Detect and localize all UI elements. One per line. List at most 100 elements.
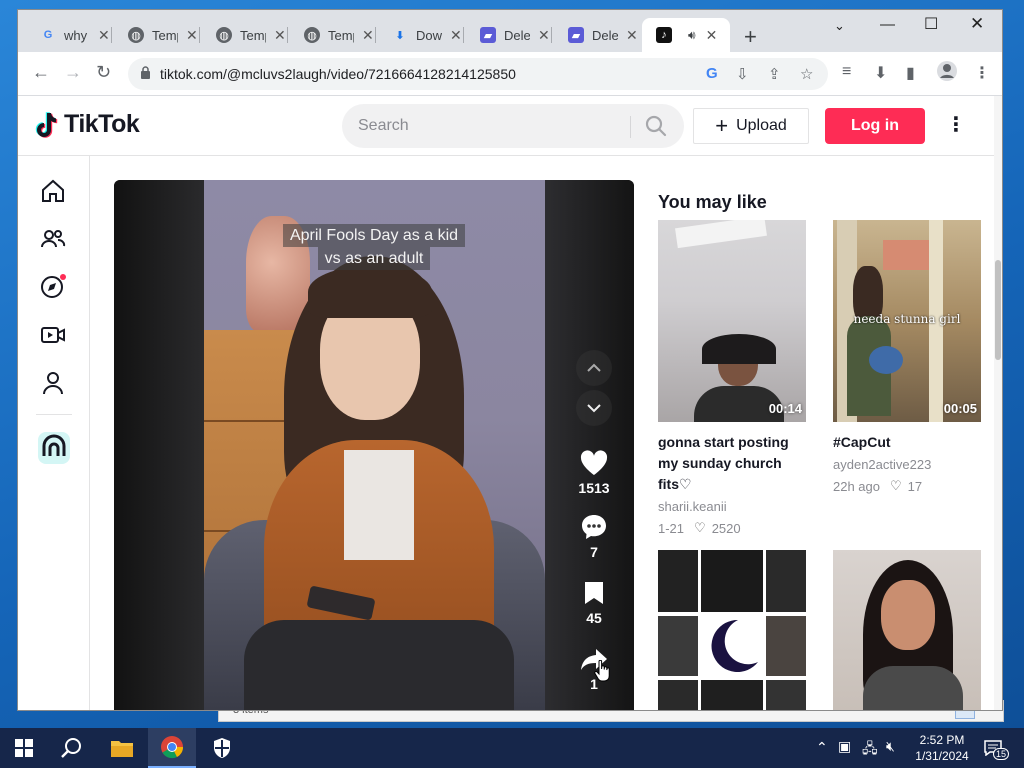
side-nav [18, 156, 90, 710]
more-options-icon[interactable]: ⋮ [946, 112, 966, 137]
lock-icon [141, 66, 150, 79]
like-count: 2520 [711, 520, 741, 536]
file-explorer-button[interactable] [98, 728, 146, 768]
tab-5[interactable]: ▰ Dele ✕ [466, 18, 552, 52]
profile-icon[interactable] [40, 370, 66, 396]
media-control-icon[interactable]: ≡ [842, 63, 851, 81]
tab-6[interactable]: ▰ Dele ✕ [554, 18, 640, 52]
like-count: 17 [907, 478, 923, 494]
clock-date: 1/31/2024 [915, 749, 969, 763]
new-tab-button[interactable]: + [744, 24, 757, 50]
close-icon[interactable]: ✕ [706, 27, 718, 44]
tab-search-icon[interactable]: ⌄ [834, 18, 845, 34]
following-icon[interactable] [40, 226, 66, 252]
tray-app-icon[interactable]: ▣ [838, 738, 851, 755]
video-player[interactable]: April Fools Day as a kid vs as an adult … [114, 180, 634, 710]
search-input[interactable]: Search [358, 117, 409, 135]
show-hidden-icons[interactable]: ⌃ [816, 739, 828, 756]
close-icon[interactable]: ✕ [626, 27, 638, 44]
explore-compass-icon[interactable] [40, 274, 66, 300]
thumbnail-overlay-text: needa stunna girl [853, 312, 961, 326]
home-icon[interactable] [40, 178, 66, 204]
forward-button[interactable]: → [64, 62, 82, 83]
suggested-video-card[interactable] [833, 550, 981, 710]
heart-outline-icon: ♡ [694, 520, 706, 535]
tiktok-header: TikTok Search + Upload Log in ⋮ [18, 96, 1002, 156]
notification-center-button[interactable]: 15 [982, 736, 1010, 760]
search-button[interactable] [48, 728, 96, 768]
author-name[interactable]: ayden2active223 [833, 457, 981, 472]
close-icon[interactable]: ✕ [450, 27, 462, 44]
suggested-video-card[interactable]: needa stunna girl 00:05 #CapCut ayden2ac… [833, 220, 981, 494]
bookmark-star-icon[interactable]: ☆ [800, 65, 813, 83]
doc-icon: ▰ [480, 27, 496, 43]
save-button[interactable]: 45 [566, 578, 622, 626]
tab-3[interactable]: ◍ Temp ✕ [290, 18, 376, 52]
start-button[interactable] [0, 728, 48, 768]
caption-line-1: April Fools Day as a kid [282, 224, 466, 248]
security-button[interactable] [198, 728, 246, 768]
browser-toolbar: ← → ↻ tiktok.com/@mcluvs2laugh/video/721… [18, 52, 1002, 96]
close-icon[interactable]: ✕ [362, 27, 374, 44]
maximize-button[interactable]: ☐ [924, 14, 938, 34]
video-title[interactable]: gonna start posting my sunday church fit… [658, 432, 806, 495]
tab-1[interactable]: ◍ Temp ✕ [114, 18, 200, 52]
previous-video-button[interactable] [576, 350, 612, 386]
close-icon[interactable]: ✕ [274, 27, 286, 44]
browser-menu-icon[interactable]: ⋮ [974, 63, 990, 83]
install-app-icon[interactable]: ⇩ [736, 65, 749, 83]
system-clock[interactable]: 2:52 PM 1/31/2024 [912, 732, 972, 764]
profile-avatar-icon[interactable] [936, 60, 958, 87]
tab-4[interactable]: ⬇ Dow ✕ [378, 18, 464, 52]
chrome-taskbar-button[interactable] [148, 728, 196, 768]
upload-button[interactable]: + Upload [693, 108, 809, 144]
login-button[interactable]: Log in [825, 108, 925, 144]
close-icon[interactable]: ✕ [186, 27, 198, 44]
reload-button[interactable]: ↻ [96, 62, 111, 83]
like-count: 1513 [578, 480, 610, 496]
duration-label: 00:05 [943, 401, 977, 416]
side-panel-icon[interactable]: ▮ [906, 63, 915, 83]
you-may-like-title: You may like [658, 192, 767, 212]
close-window-button[interactable]: ✕ [970, 14, 984, 34]
address-bar[interactable]: tiktok.com/@mcluvs2laugh/video/721666412… [128, 58, 828, 90]
taskbar-search-icon [61, 738, 81, 758]
tab-0[interactable]: G why ✕ [26, 18, 112, 52]
shield-icon [214, 738, 230, 758]
suggested-video-card[interactable]: 00:14 gonna start posting my sunday chur… [658, 220, 806, 536]
like-button[interactable]: 1513 [566, 448, 622, 496]
speaker-icon[interactable]: 🔊︎ [688, 28, 696, 43]
comment-button[interactable]: 7 [566, 512, 622, 560]
close-icon[interactable]: ✕ [538, 27, 550, 44]
google-icon: G [43, 29, 53, 41]
video-thumbnail[interactable] [833, 550, 981, 710]
tab-7-active[interactable]: ♪ 🔊︎ ✕ [642, 18, 730, 52]
suggested-video-card[interactable] [658, 550, 806, 710]
clock-time: 2:52 PM [919, 733, 965, 747]
live-icon[interactable] [40, 322, 66, 348]
share-icon[interactable]: ⇪ [768, 65, 781, 83]
tiktok-logo[interactable]: TikTok [34, 110, 140, 139]
tab-label: Temp [328, 27, 354, 43]
minimize-button[interactable]: — [880, 16, 895, 33]
post-date: 1-21 [658, 520, 685, 536]
close-icon[interactable]: ✕ [98, 27, 110, 44]
downloads-icon[interactable]: ⬇ [874, 63, 887, 83]
video-meta: 1-21 ♡ 2520 [658, 520, 806, 536]
network-icon[interactable]: 🖧︎ [862, 738, 878, 762]
video-thumbnail[interactable] [658, 550, 806, 710]
back-button[interactable]: ← [32, 62, 50, 83]
next-video-button[interactable] [576, 390, 612, 426]
google-lens-icon[interactable]: G [706, 65, 718, 82]
video-thumbnail[interactable]: needa stunna girl 00:05 [833, 220, 981, 422]
video-title[interactable]: #CapCut [833, 432, 981, 453]
volume-muted-icon[interactable]: 🔇︎ [886, 738, 895, 755]
search-box[interactable]: Search [342, 104, 684, 148]
tab-2[interactable]: ◍ Temp ✕ [202, 18, 288, 52]
author-name[interactable]: sharii.keanii [658, 499, 806, 514]
page-scrollbar[interactable] [994, 96, 1002, 710]
video-thumbnail[interactable]: 00:14 [658, 220, 806, 422]
folder-icon [111, 741, 133, 757]
effect-house-icon[interactable] [38, 432, 70, 464]
search-icon[interactable] [644, 114, 668, 138]
